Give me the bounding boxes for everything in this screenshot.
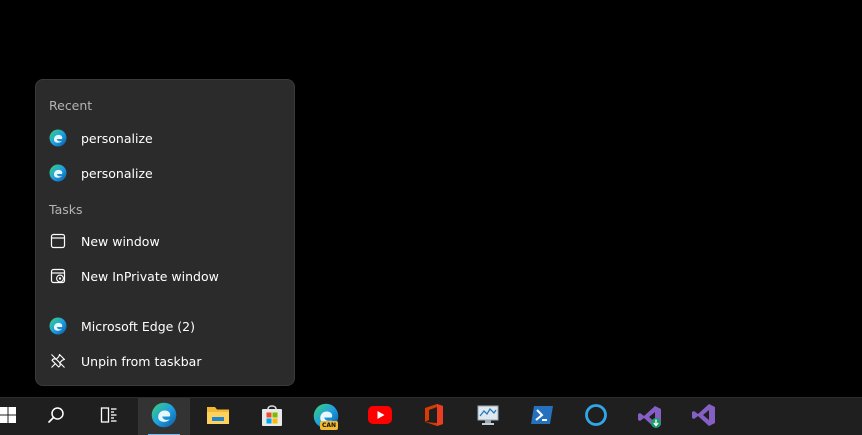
task-label: New InPrivate window	[81, 268, 219, 284]
edge-icon	[151, 402, 177, 432]
taskbar-office[interactable]	[408, 398, 460, 435]
taskbar-microsoft-store[interactable]	[246, 398, 298, 435]
recent-item-label: personalize	[81, 130, 153, 146]
edge-canary-icon: CAN	[312, 403, 340, 431]
tasks-header: Tasks	[49, 202, 83, 217]
recent-item-label: personalize	[81, 165, 153, 181]
unpin-label: Unpin from taskbar	[81, 353, 202, 369]
unpin-from-taskbar[interactable]: Unpin from taskbar	[40, 345, 290, 377]
taskbar-file-explorer[interactable]	[192, 398, 244, 435]
recent-item-personalize-2[interactable]: personalize	[40, 157, 290, 189]
search-button[interactable]	[30, 398, 82, 435]
taskbar-visual-studio-installer[interactable]	[624, 398, 676, 435]
taskbar-microsoft-edge[interactable]	[138, 398, 190, 435]
task-view-button[interactable]	[83, 398, 135, 435]
task-view-icon	[100, 406, 118, 428]
taskbar: CAN	[0, 397, 862, 435]
app-microsoft-edge[interactable]: Microsoft Edge (2)	[40, 310, 290, 342]
edge-icon	[49, 129, 67, 147]
taskbar-youtube[interactable]	[354, 398, 406, 435]
office-icon	[423, 403, 445, 431]
desktop: Recent personalize personalize Tasks New…	[0, 0, 862, 435]
visual-studio-icon	[691, 402, 717, 432]
start-button[interactable]	[0, 398, 34, 435]
taskbar-visual-studio[interactable]	[678, 398, 730, 435]
taskbar-cortana[interactable]	[570, 398, 622, 435]
canary-badge: CAN	[320, 421, 339, 430]
taskbar-powershell[interactable]	[516, 398, 568, 435]
edge-jump-list: Recent personalize personalize Tasks New…	[35, 79, 295, 386]
task-label: New window	[81, 233, 160, 249]
edge-icon	[49, 317, 67, 335]
recent-item-personalize-1[interactable]: personalize	[40, 122, 290, 154]
monitor-chart-icon	[476, 404, 500, 430]
inprivate-window-icon	[49, 267, 67, 285]
youtube-icon	[367, 405, 393, 429]
windows-logo-icon	[0, 406, 17, 428]
taskbar-edge-canary[interactable]: CAN	[300, 398, 352, 435]
powershell-icon	[530, 405, 554, 429]
window-icon	[49, 232, 67, 250]
store-icon	[260, 403, 284, 431]
folder-icon	[206, 404, 230, 430]
search-icon	[47, 406, 65, 428]
cortana-icon	[584, 403, 608, 431]
unpin-icon	[49, 352, 67, 370]
visual-studio-installer-icon	[637, 404, 663, 430]
app-label: Microsoft Edge (2)	[81, 318, 195, 334]
taskbar-performance-monitor[interactable]	[462, 398, 514, 435]
edge-icon	[49, 164, 67, 182]
task-new-inprivate-window[interactable]: New InPrivate window	[40, 260, 290, 292]
task-new-window[interactable]: New window	[40, 225, 290, 257]
recent-header: Recent	[49, 98, 93, 113]
